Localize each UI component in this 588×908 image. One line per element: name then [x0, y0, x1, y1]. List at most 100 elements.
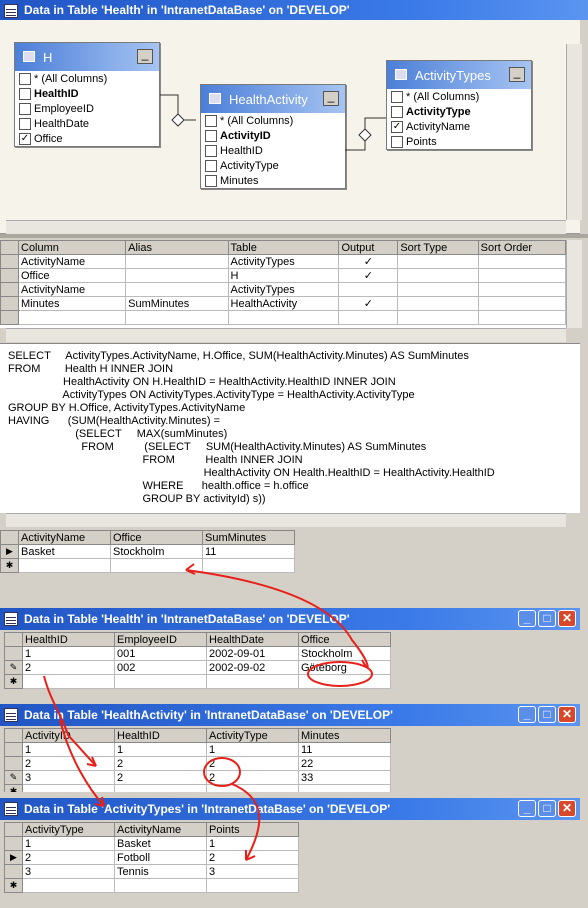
close-button[interactable]: ✕ — [558, 706, 576, 723]
grid-cell[interactable]: Stockholm — [298, 646, 391, 661]
grid-header[interactable]: HealthID — [114, 728, 207, 743]
grid-cell[interactable]: 3 — [22, 770, 115, 785]
criteria-cell[interactable] — [125, 268, 229, 283]
grid-row[interactable]: 1 1 1 11 — [4, 742, 391, 757]
criteria-cell[interactable]: ActivityTypes — [227, 254, 340, 269]
row-selector[interactable] — [4, 836, 23, 851]
grid-header[interactable]: ActivityName — [18, 530, 111, 545]
criteria-cell[interactable] — [477, 254, 566, 269]
criteria-header[interactable]: Output — [338, 240, 399, 255]
child-window-titlebar[interactable]: Data in Table 'HealthActivity' in 'Intra… — [0, 704, 580, 726]
grid-cell[interactable]: 2 — [206, 770, 299, 785]
criteria-cell[interactable] — [338, 282, 399, 297]
row-selector[interactable]: ✎ — [4, 770, 23, 785]
grid-cell[interactable]: 001 — [114, 646, 207, 661]
row-selector[interactable] — [4, 646, 23, 661]
criteria-cell[interactable] — [477, 268, 566, 283]
grid-cell[interactable]: 1 — [22, 836, 115, 851]
grid-header[interactable]: Office — [298, 632, 391, 647]
grid-row[interactable]: 3 Tennis 3 — [4, 864, 299, 879]
row-selector[interactable]: ▶ — [0, 544, 19, 559]
grid-header[interactable]: Office — [110, 530, 203, 545]
close-button[interactable]: ✕ — [558, 800, 576, 817]
grid-header[interactable]: SumMinutes — [202, 530, 295, 545]
maximize-button[interactable]: □ — [538, 610, 556, 627]
criteria-header[interactable]: Sort Type — [397, 240, 479, 255]
criteria-vscroll[interactable] — [566, 240, 582, 328]
grid-cell[interactable]: Basket — [18, 544, 111, 559]
criteria-row[interactable]: Minutes SumMinutes HealthActivity ✓ — [0, 296, 566, 311]
new-row-selector[interactable]: ✱ — [4, 784, 23, 792]
grid-cell[interactable]: 2 — [22, 660, 115, 675]
new-row-selector[interactable]: ✱ — [0, 558, 19, 573]
row-selector[interactable] — [4, 742, 23, 757]
row-selector[interactable] — [4, 822, 23, 837]
grid-cell[interactable]: 2002-09-01 — [206, 646, 299, 661]
criteria-header[interactable]: Column — [17, 240, 127, 255]
new-row-selector[interactable]: ✱ — [4, 878, 23, 893]
grid-cell[interactable]: 33 — [298, 770, 391, 785]
grid-header[interactable]: EmployeeID — [114, 632, 207, 647]
criteria-header[interactable]: Table — [227, 240, 340, 255]
grid-cell[interactable]: 002 — [114, 660, 207, 675]
grid-cell[interactable]: 3 — [206, 864, 299, 879]
grid-cell[interactable]: 2 — [206, 756, 299, 771]
grid-cell[interactable]: 11 — [202, 544, 295, 559]
criteria-cell[interactable]: Office — [17, 268, 127, 283]
criteria-cell[interactable]: ActivityTypes — [227, 282, 340, 297]
splitter[interactable] — [0, 234, 588, 238]
grid-header[interactable]: ActivityType — [206, 728, 299, 743]
row-selector[interactable] — [4, 756, 23, 771]
criteria-cell[interactable]: ✓ — [338, 268, 399, 283]
grid-cell[interactable]: Tennis — [114, 864, 207, 879]
grid-header[interactable]: HealthID — [22, 632, 115, 647]
row-selector[interactable] — [0, 530, 19, 545]
grid-cell[interactable]: 1 — [22, 742, 115, 757]
grid-row[interactable]: ✎ 2 002 2002-09-02 Göteborg — [4, 660, 391, 675]
criteria-cell[interactable] — [397, 254, 479, 269]
grid-cell[interactable]: 1 — [22, 646, 115, 661]
criteria-cell[interactable]: H — [227, 268, 340, 283]
new-row-selector[interactable]: ✱ — [4, 674, 23, 689]
grid-cell[interactable]: Basket — [114, 836, 207, 851]
row-selector[interactable]: ▶ — [4, 850, 23, 865]
criteria-cell[interactable] — [477, 296, 566, 311]
grid-header[interactable]: Minutes — [298, 728, 391, 743]
criteria-cell[interactable]: ✓ — [338, 296, 399, 311]
criteria-cell[interactable]: ActivityName — [17, 282, 127, 297]
maximize-button[interactable]: □ — [538, 706, 556, 723]
minimize-button[interactable]: _ — [518, 706, 536, 723]
grid-cell[interactable]: 1 — [206, 742, 299, 757]
grid-header[interactable]: Points — [206, 822, 299, 837]
criteria-cell[interactable] — [125, 254, 229, 269]
grid-row[interactable]: ▶ 2 Fotboll 2 — [4, 850, 299, 865]
grid-header[interactable]: ActivityType — [22, 822, 115, 837]
criteria-row[interactable]: Office H ✓ — [0, 268, 566, 283]
criteria-cell[interactable] — [125, 282, 229, 297]
criteria-cell[interactable]: SumMinutes — [125, 296, 229, 311]
criteria-cell[interactable] — [397, 268, 479, 283]
row-selector[interactable]: ✎ — [4, 660, 23, 675]
grid-cell[interactable]: Fotboll — [114, 850, 207, 865]
criteria-header[interactable]: Alias — [125, 240, 229, 255]
grid-cell[interactable]: Göteborg — [298, 660, 391, 675]
grid-row[interactable]: 1 Basket 1 — [4, 836, 299, 851]
grid-row[interactable]: ✎ 3 2 2 33 — [4, 770, 391, 785]
grid-cell[interactable]: Stockholm — [110, 544, 203, 559]
criteria-cell[interactable]: Minutes — [17, 296, 127, 311]
grid-row[interactable]: 1 001 2002-09-01 Stockholm — [4, 646, 391, 661]
grid-cell[interactable]: 1 — [206, 836, 299, 851]
grid-header[interactable]: ActivityName — [114, 822, 207, 837]
criteria-row[interactable]: ActivityName ActivityTypes — [0, 282, 566, 297]
criteria-hscroll[interactable] — [6, 328, 566, 342]
row-selector[interactable] — [0, 240, 19, 255]
criteria-cell[interactable]: ✓ — [338, 254, 399, 269]
criteria-cell[interactable]: ActivityName — [17, 254, 127, 269]
row-selector[interactable] — [4, 728, 23, 743]
child-window-titlebar[interactable]: Data in Table 'Health' in 'IntranetDataB… — [0, 608, 580, 630]
grid-cell[interactable]: 11 — [298, 742, 391, 757]
row-selector[interactable] — [0, 268, 19, 283]
grid-header[interactable]: HealthDate — [206, 632, 299, 647]
criteria-header[interactable]: Sort Order — [477, 240, 566, 255]
sql-hscroll[interactable] — [6, 513, 566, 527]
